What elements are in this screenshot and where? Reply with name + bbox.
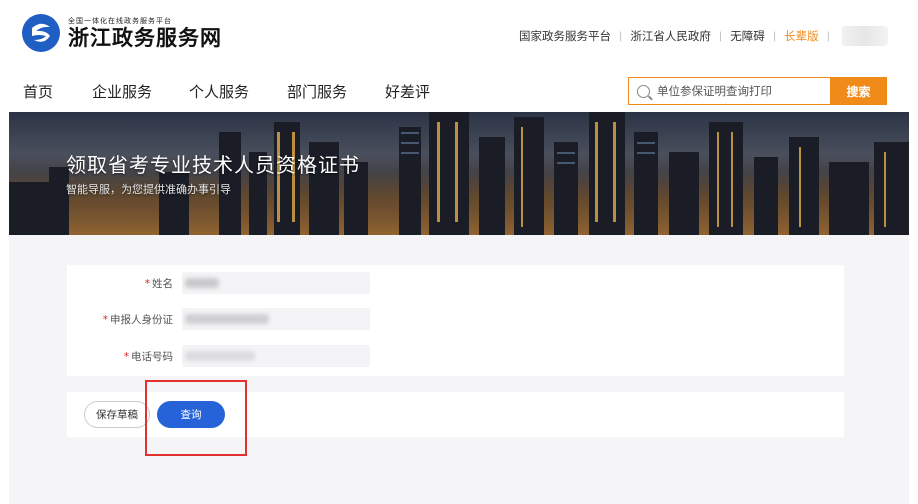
search-icon <box>637 84 650 98</box>
nav-item-rating[interactable]: 好差评 <box>385 81 430 102</box>
phone-field[interactable] <box>182 345 370 367</box>
id-number-field[interactable] <box>182 308 370 330</box>
link-accessibility[interactable]: 无障碍 <box>730 28 765 44</box>
banner-title: 领取省考专业技术人员资格证书 <box>66 153 360 177</box>
form-row-name: * 姓名 <box>67 272 844 294</box>
hero-banner: 领取省考专业技术人员资格证书 智能导服，为您提供准确办事引导 <box>9 112 909 235</box>
divider: | <box>718 30 723 42</box>
search-placeholder: 单位参保证明查询打印 <box>657 84 772 98</box>
redacted-value <box>185 351 255 361</box>
form-row-id: * 申报人身份证 <box>67 308 844 330</box>
site-logo[interactable]: 全国一体化在线政务服务平台 浙江政务服务网 <box>22 14 222 52</box>
nav-item-home[interactable]: 首页 <box>23 81 53 102</box>
user-avatar[interactable] <box>842 26 888 46</box>
link-national-platform[interactable]: 国家政务服务平台 <box>519 28 611 44</box>
divider: | <box>772 30 777 42</box>
phone-label: * 电话号码 <box>123 351 173 363</box>
name-label: * 姓名 <box>144 278 173 290</box>
site-header: 全国一体化在线政务服务平台 浙江政务服务网 国家政务服务平台 | 浙江省人民政府… <box>0 0 918 75</box>
search-button[interactable]: 搜索 <box>830 77 887 105</box>
query-button[interactable]: 查询 <box>157 401 225 428</box>
banner-subtitle: 智能导服，为您提供准确办事引导 <box>66 183 231 196</box>
nav-item-enterprise[interactable]: 企业服务 <box>92 81 152 102</box>
top-links: 国家政务服务平台 | 浙江省人民政府 | 无障碍 | 长辈版 | <box>519 26 888 46</box>
logo-emblem-icon <box>22 14 60 52</box>
divider: | <box>619 30 623 42</box>
divider: | <box>826 30 830 42</box>
redacted-value <box>185 278 219 288</box>
nav-item-personal[interactable]: 个人服务 <box>189 81 249 102</box>
name-field[interactable] <box>182 272 370 294</box>
id-number-label: * 申报人身份证 <box>102 314 173 326</box>
nav-item-department[interactable]: 部门服务 <box>287 81 347 102</box>
link-elder-version[interactable]: 长辈版 <box>784 28 819 44</box>
logo-title: 浙江政务服务网 <box>68 24 222 50</box>
search-input[interactable]: 单位参保证明查询打印 <box>628 77 830 105</box>
form-card: * 姓名 * 申报人身份证 * 电话号码 <box>67 265 844 376</box>
form-row-phone: * 电话号码 <box>67 345 844 367</box>
save-draft-button[interactable]: 保存草稿 <box>84 401 150 428</box>
page: 全国一体化在线政务服务平台 浙江政务服务网 国家政务服务平台 | 浙江省人民政府… <box>0 0 918 504</box>
link-provincial-government[interactable]: 浙江省人民政府 <box>630 28 711 44</box>
redacted-value <box>185 314 269 324</box>
